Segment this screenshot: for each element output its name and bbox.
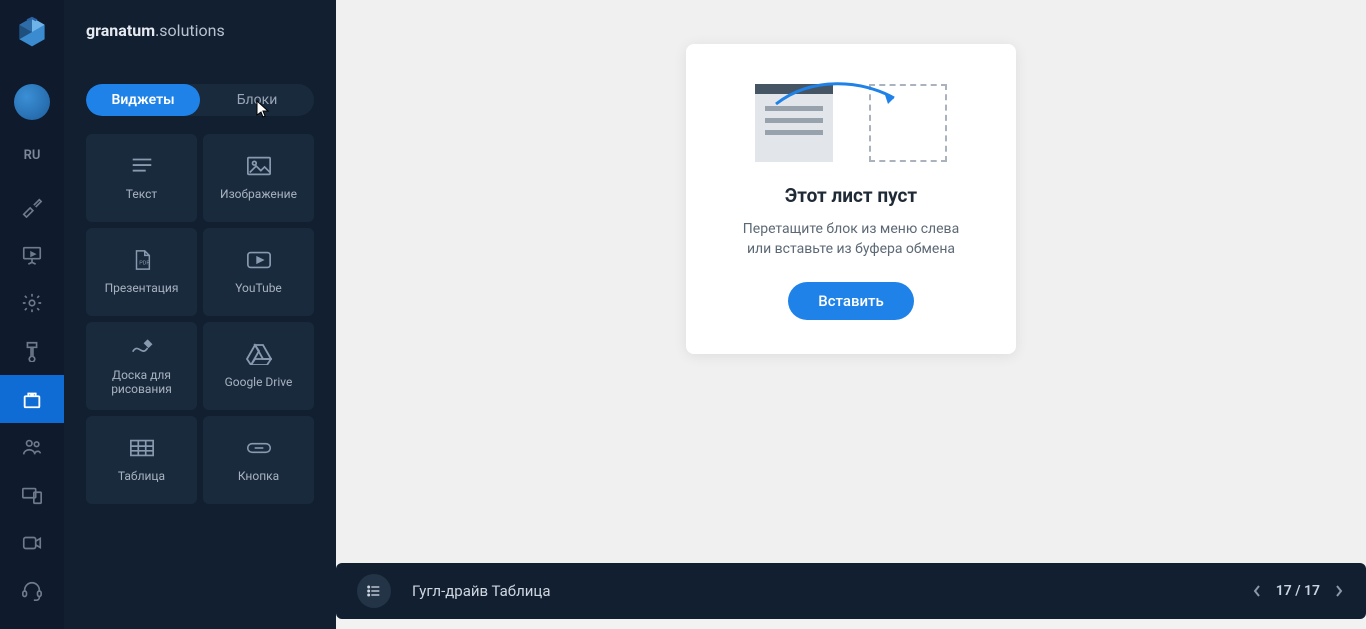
list-icon: [366, 583, 382, 599]
image-icon: [246, 155, 272, 177]
sidebar-tabs: Виджеты Блоки: [86, 84, 314, 116]
button-icon: [246, 437, 272, 459]
rail-tool-support[interactable]: [0, 567, 64, 615]
sheet-title: Гугл-драйв Таблица: [412, 582, 550, 600]
table-icon: [129, 437, 155, 459]
widget-table[interactable]: Таблица: [86, 416, 197, 504]
empty-line-2: или вставьте из буфера обмена: [710, 239, 992, 259]
brand: granatum.solutions: [64, 0, 336, 60]
brand-bold: granatum: [86, 21, 155, 40]
empty-illustration: [710, 84, 992, 162]
rail-tool-users[interactable]: [0, 423, 64, 471]
widget-image[interactable]: Изображение: [203, 134, 314, 222]
app-logo-icon: [14, 14, 50, 50]
widget-presentation-label: Презентация: [101, 281, 183, 295]
cursor-icon: [254, 99, 270, 119]
widget-text-label: Текст: [122, 187, 161, 201]
rail-tool-theme[interactable]: [0, 327, 64, 375]
bottom-bar: Гугл-драйв Таблица 17 / 17: [336, 563, 1366, 619]
widget-drawing-label: Доска для рисования: [86, 368, 197, 397]
widget-button-label: Кнопка: [234, 469, 283, 483]
widget-drawing[interactable]: Доска для рисования: [86, 322, 197, 410]
svg-text:PDF: PDF: [139, 260, 149, 266]
arrow-icon: [772, 82, 902, 118]
pdf-icon: PDF: [129, 249, 155, 271]
rail-tool-devices[interactable]: [0, 471, 64, 519]
avatar[interactable]: [14, 84, 50, 120]
tab-widgets[interactable]: Виджеты: [86, 84, 200, 116]
pager: 17 / 17: [1244, 578, 1366, 604]
text-icon: [129, 155, 155, 177]
youtube-icon: [246, 249, 272, 271]
widget-button[interactable]: Кнопка: [203, 416, 314, 504]
widget-presentation[interactable]: PDF Презентация: [86, 228, 197, 316]
sheet-list-button[interactable]: [350, 574, 398, 608]
rail-tool-settings[interactable]: [0, 279, 64, 327]
prev-page-button[interactable]: [1244, 578, 1270, 604]
paste-button[interactable]: Вставить: [788, 282, 914, 320]
icon-rail: RU: [0, 0, 64, 629]
empty-title: Этот лист пуст: [710, 184, 992, 207]
rail-tool-design[interactable]: [0, 183, 64, 231]
widget-gdrive[interactable]: Google Drive: [203, 322, 314, 410]
next-page-button[interactable]: [1326, 578, 1352, 604]
rail-tool-blocks[interactable]: [0, 375, 64, 423]
widget-image-label: Изображение: [216, 187, 301, 201]
chevron-left-icon: [1252, 584, 1262, 598]
empty-line-1: Перетащите блок из меню слева: [710, 219, 992, 239]
brand-thin: .solutions: [155, 21, 225, 40]
empty-state-card: Этот лист пуст Перетащите блок из меню с…: [686, 44, 1016, 354]
widget-youtube[interactable]: YouTube: [203, 228, 314, 316]
drawing-icon: [129, 336, 155, 358]
widget-youtube-label: YouTube: [231, 281, 286, 295]
widget-gdrive-label: Google Drive: [221, 375, 297, 389]
rail-tool-record[interactable]: [0, 519, 64, 567]
rail-tool-presentation[interactable]: [0, 231, 64, 279]
widget-grid: Текст Изображение PDF Презентация YouTub…: [64, 134, 336, 504]
widget-text[interactable]: Текст: [86, 134, 197, 222]
gdrive-icon: [246, 343, 272, 365]
main-canvas: Этот лист пуст Перетащите блок из меню с…: [336, 0, 1366, 563]
sidebar: granatum.solutions Виджеты Блоки Текст И…: [64, 0, 336, 629]
chevron-right-icon: [1334, 584, 1344, 598]
language-switch[interactable]: RU: [24, 148, 41, 163]
widget-table-label: Таблица: [114, 469, 169, 483]
page-indicator: 17 / 17: [1276, 583, 1320, 599]
